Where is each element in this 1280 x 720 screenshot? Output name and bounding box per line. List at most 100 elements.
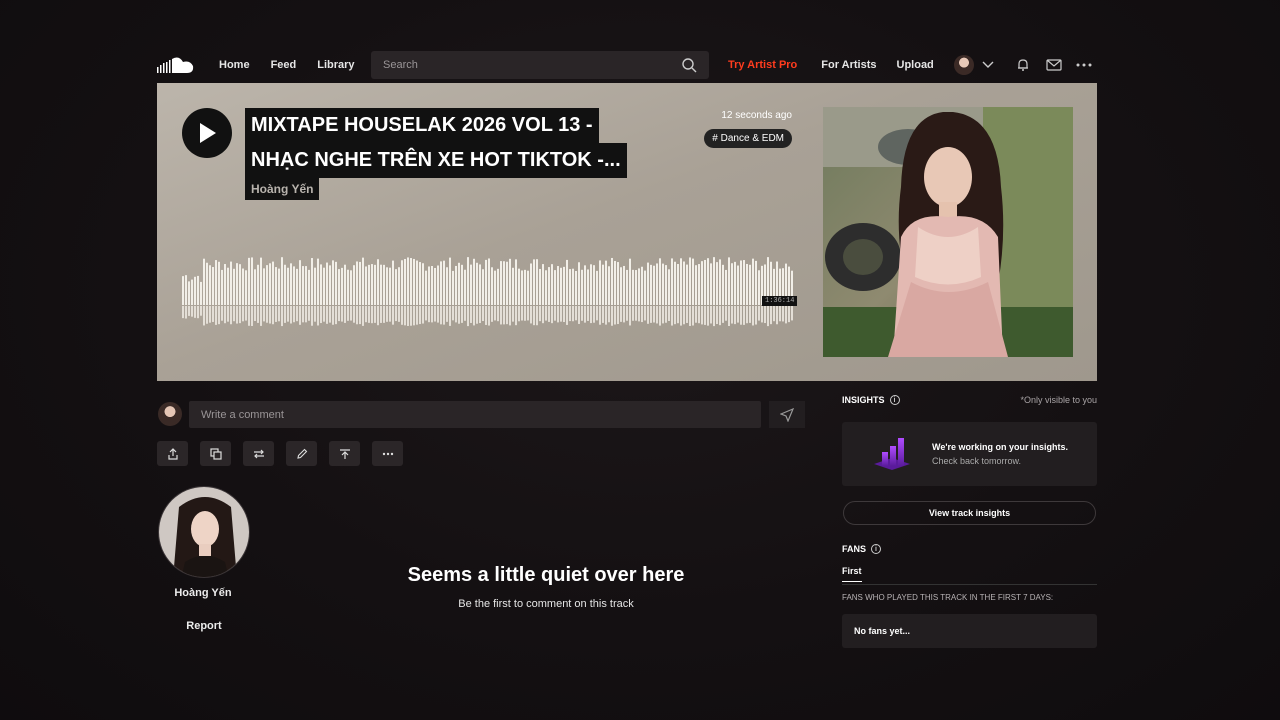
waveform-bar	[620, 267, 622, 305]
waveform-bar-reflection	[653, 306, 655, 323]
waveform[interactable]	[182, 253, 794, 333]
waveform-bar-reflection	[242, 306, 244, 322]
top-nav: Home Feed Library Try Artist Pro For Art…	[157, 49, 1097, 81]
waveform-bar	[455, 265, 457, 305]
waveform-bar	[611, 257, 613, 305]
waveform-bar	[695, 265, 697, 305]
waveform-bar-reflection	[383, 306, 385, 323]
waveform-bar	[572, 268, 574, 305]
track-artist-link[interactable]: Hoàng Yến	[245, 178, 320, 200]
waveform-bar-reflection	[344, 306, 346, 323]
waveform-bar-reflection	[506, 306, 508, 325]
waveform-bar	[257, 264, 259, 305]
nav-home[interactable]: Home	[219, 59, 250, 71]
waveform-bar	[182, 276, 184, 305]
waveform-bar	[377, 259, 379, 305]
waveform-bar-reflection	[485, 306, 487, 325]
waveform-bar	[413, 258, 415, 305]
boost-button[interactable]	[329, 441, 360, 466]
waveform-bar-reflection	[542, 306, 544, 324]
artist-avatar[interactable]	[158, 486, 250, 578]
waveform-bar-reflection	[674, 306, 676, 325]
share-icon	[167, 447, 178, 460]
waveform-bar-reflection	[386, 306, 388, 322]
waveform-bar	[590, 264, 592, 305]
waveform-bar	[449, 257, 451, 305]
artist-name[interactable]: Hoàng Yến	[158, 587, 248, 599]
waveform-bar	[368, 264, 370, 305]
upload-link[interactable]: Upload	[897, 59, 934, 71]
waveform-bar-reflection	[389, 306, 391, 322]
waveform-bar-reflection	[704, 306, 706, 325]
bell-icon[interactable]	[1016, 58, 1030, 72]
repost-button[interactable]	[243, 441, 274, 466]
tab-first[interactable]: First	[842, 566, 862, 582]
waveform-bar	[248, 257, 250, 305]
waveform-bar-reflection	[710, 306, 712, 324]
waveform-bar	[389, 267, 391, 305]
copy-link-button[interactable]	[200, 441, 231, 466]
more-menu-icon[interactable]	[1076, 63, 1092, 67]
genre-tag[interactable]: # Dance & EDM	[704, 129, 792, 148]
commenter-avatar	[158, 402, 182, 426]
waveform-bar-reflection	[602, 306, 604, 323]
chevron-down-icon[interactable]	[982, 61, 994, 69]
waveform-bar	[416, 260, 418, 305]
waveform-bar-reflection	[329, 306, 331, 323]
waveform-bar	[467, 257, 469, 305]
try-artist-pro-link[interactable]: Try Artist Pro	[728, 59, 797, 71]
waveform-bar	[293, 266, 295, 305]
for-artists-link[interactable]: For Artists	[821, 59, 876, 71]
waveform-bar	[239, 264, 241, 305]
waveform-bar-reflection	[620, 306, 622, 322]
waveform-bar-reflection	[185, 306, 187, 319]
waveform-bar-reflection	[566, 306, 568, 325]
send-icon	[780, 407, 794, 422]
edit-button[interactable]	[286, 441, 317, 466]
waveform-bar-reflection	[530, 306, 532, 324]
waveform-bar	[221, 269, 223, 305]
info-icon[interactable]: i	[871, 544, 882, 554]
waveform-bar-reflection	[743, 306, 745, 325]
waveform-bar-reflection	[437, 306, 439, 323]
play-button[interactable]	[182, 108, 232, 158]
waveform-bar-reflection	[644, 306, 646, 321]
search-icon[interactable]	[682, 57, 697, 73]
search-input[interactable]	[383, 59, 682, 71]
waveform-bar	[692, 258, 694, 305]
no-fans-message: No fans yet...	[842, 614, 1097, 648]
waveform-bar-reflection	[335, 306, 337, 325]
waveform-bar-reflection	[245, 306, 247, 321]
view-track-insights-button[interactable]: View track insights	[843, 501, 1096, 525]
send-comment-button[interactable]	[769, 401, 805, 428]
info-icon[interactable]: i	[889, 395, 900, 405]
waveform-bar	[623, 265, 625, 305]
more-options-button[interactable]	[372, 441, 403, 466]
waveform-bar	[518, 268, 520, 305]
mail-icon[interactable]	[1046, 59, 1062, 71]
waveform-bar	[236, 263, 238, 305]
waveform-bar	[698, 264, 700, 305]
waveform-bar	[314, 267, 316, 305]
waveform-bar	[335, 261, 337, 305]
nav-feed[interactable]: Feed	[271, 59, 297, 71]
waveform-bar-reflection	[497, 306, 499, 322]
soundcloud-logo-icon[interactable]	[157, 56, 195, 74]
waveform-bar-reflection	[551, 306, 553, 324]
waveform-bar	[491, 267, 493, 305]
waveform-bar-reflection	[482, 306, 484, 322]
report-link[interactable]: Report	[158, 620, 250, 632]
share-button[interactable]	[157, 441, 188, 466]
waveform-bar-reflection	[758, 306, 760, 321]
nav-library[interactable]: Library	[317, 59, 354, 71]
waveform-bar	[548, 267, 550, 305]
waveform-bar	[503, 261, 505, 305]
waveform-bar	[362, 257, 364, 305]
waveform-bar-reflection	[761, 306, 763, 323]
waveform-bar	[629, 258, 631, 305]
waveform-bar-reflection	[635, 306, 637, 321]
waveform-bar	[608, 266, 610, 305]
user-avatar[interactable]	[953, 55, 974, 75]
comment-input[interactable]	[201, 408, 749, 421]
visibility-note: *Only visible to you	[1020, 395, 1097, 405]
